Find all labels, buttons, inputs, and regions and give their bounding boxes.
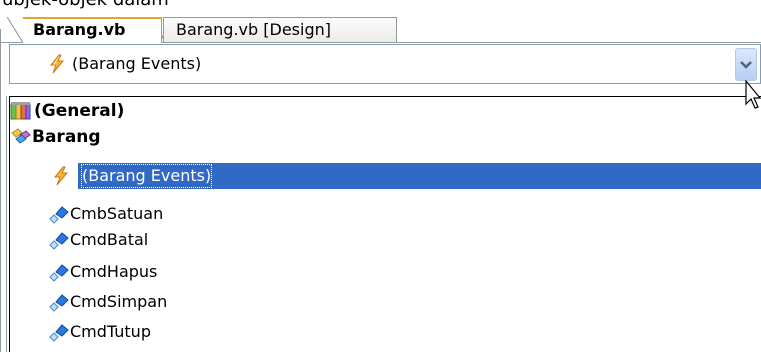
document-text-fragment: ubjek-objek dalam [2, 0, 169, 9]
dropdown-button[interactable] [735, 48, 757, 81]
list-item-general[interactable]: (General) [10, 98, 761, 124]
combo-selected-value: (Barang Events) [72, 54, 202, 73]
list-item-cmbsatuan[interactable]: CmbSatuan [10, 201, 761, 227]
mouse-pointer-icon [745, 80, 761, 109]
list-item-label: CmbSatuan [70, 204, 164, 223]
list-item-label: CmdSimpan [70, 292, 168, 311]
general-module-icon [10, 101, 32, 121]
dropdown-side-rule [6, 96, 7, 352]
list-item-label: CmdTutup [70, 322, 151, 341]
events-lightning-icon [48, 54, 66, 74]
list-item-cmdtutup[interactable]: CmdTutup [10, 319, 761, 345]
list-item-label: (Barang Events) [80, 163, 213, 189]
list-item-cmdbatal[interactable]: CmdBatal [10, 227, 761, 253]
list-item-barang-events[interactable]: (Barang Events) [10, 163, 761, 189]
field-icon [48, 262, 70, 282]
editor-tab-strip: Barang.vb Barang.vb [Design] [0, 14, 761, 43]
editor-panel-border [0, 29, 1, 352]
field-icon [48, 322, 70, 342]
list-item-label: (General) [34, 101, 125, 121]
list-item-label: CmdBatal [70, 230, 149, 249]
events-lightning-icon [52, 166, 74, 186]
list-item-cmdsimpan[interactable]: CmdSimpan [10, 289, 761, 315]
chevron-down-icon [740, 61, 752, 69]
object-combo-box[interactable]: (Barang Events) [9, 44, 761, 84]
tab-label: Barang.vb [Design] [176, 20, 331, 39]
tab-barang-vb-design[interactable]: Barang.vb [Design] [155, 17, 397, 42]
class-icon [10, 127, 32, 147]
tab-barang-vb[interactable]: Barang.vb [7, 17, 162, 43]
field-icon [48, 292, 70, 312]
list-item-label: Barang [32, 127, 101, 147]
object-dropdown-list: (General) Barang (Barang Events) CmbSatu… [9, 96, 761, 352]
field-icon [48, 204, 70, 224]
field-icon [48, 230, 70, 250]
list-item-cmdhapus[interactable]: CmdHapus [10, 259, 761, 285]
list-item-barang[interactable]: Barang [10, 124, 761, 150]
tab-label: Barang.vb [33, 20, 126, 39]
list-item-label: CmdHapus [70, 262, 158, 281]
